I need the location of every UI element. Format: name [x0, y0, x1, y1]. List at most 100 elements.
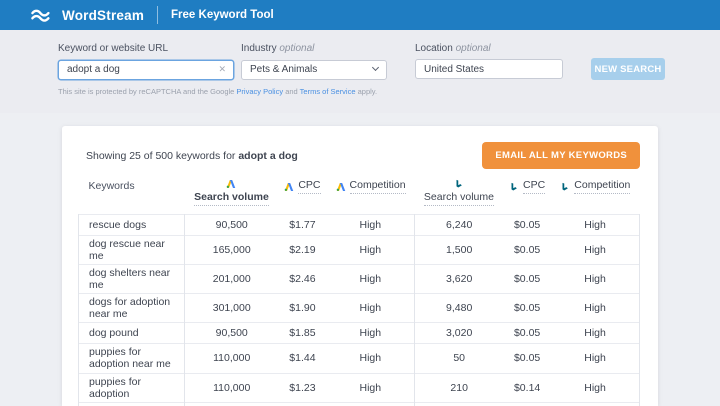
google-cpc-cell: $2.19 — [278, 236, 326, 265]
product-title: Free Keyword Tool — [171, 9, 274, 21]
google-competition-cell: High — [326, 294, 414, 323]
google-ads-icon — [284, 182, 294, 192]
bing-cpc-cell: $0.14 — [503, 373, 551, 402]
keyword-cell: dog pound — [79, 323, 185, 344]
bing-cpc-cell: $0.05 — [503, 344, 551, 373]
google-search-volume-cell: 110,000 — [185, 344, 279, 373]
google-ads-icon — [336, 182, 346, 192]
bing-competition-cell: High — [551, 265, 639, 294]
google-competition-header: Competition — [326, 175, 414, 215]
table-row: puppies for adoption 110,000 $1.23 High … — [79, 373, 640, 402]
industry-label: Industry — [241, 43, 277, 54]
table-row: puppies for adoption near me 110,000 $1.… — [79, 344, 640, 373]
google-cpc-cell: $1.85 — [278, 323, 326, 344]
searched-keyword: adopt a dog — [238, 150, 298, 162]
wordstream-wave-icon — [30, 8, 54, 23]
table-row: rescue dogs 90,500 $1.77 High 6,240 $0.0… — [79, 215, 640, 236]
google-competition-cell: High — [326, 236, 414, 265]
bing-competition-cell: High — [551, 236, 639, 265]
bing-search-volume-cell: 3,620 — [415, 265, 503, 294]
keyword-cell: dog rescue near me — [79, 236, 185, 265]
bing-cpc-cell: $1.36 — [503, 402, 551, 406]
bing-competition-cell: High — [551, 323, 639, 344]
table-row: dog rescue near me 165,000 $2.19 High 1,… — [79, 236, 640, 265]
google-search-volume-cell: 301,000 — [185, 294, 279, 323]
bing-competition-cell: High — [551, 294, 639, 323]
bing-competition-cell: High — [551, 402, 639, 406]
google-cpc-cell: $2.46 — [278, 265, 326, 294]
google-cpc-cell: $1.77 — [278, 215, 326, 236]
keyword-cell: puppies for adoption — [79, 373, 185, 402]
table-row: boxer puppies for sale 40,500 $0.67 High… — [79, 402, 640, 406]
bing-icon — [454, 179, 464, 189]
topbar-divider — [157, 6, 158, 24]
top-app-bar: WordStream Free Keyword Tool — [0, 0, 720, 30]
keyword-cell: dog shelters near me — [79, 265, 185, 294]
bing-icon — [509, 182, 519, 192]
terms-of-service-link[interactable]: Terms of Service — [300, 87, 356, 96]
brand-name[interactable]: WordStream — [62, 8, 144, 23]
google-cpc-cell: $0.67 — [278, 402, 326, 406]
keyword-cell: rescue dogs — [79, 215, 185, 236]
industry-select[interactable]: Pets & Animals — [241, 60, 387, 80]
bing-search-volume-header: Search volume — [415, 175, 503, 215]
table-row: dog pound 90,500 $1.85 High 3,020 $0.05 … — [79, 323, 640, 344]
location-optional-label: optional — [456, 43, 491, 54]
google-ads-icon — [226, 179, 236, 189]
bing-cpc-header: CPC — [503, 175, 551, 215]
bing-search-volume-cell: 6,240 — [415, 215, 503, 236]
results-summary: Showing 25 of 500 keywords for adopt a d… — [86, 150, 298, 162]
google-search-volume-cell: 40,500 — [185, 402, 279, 406]
google-competition-cell: High — [326, 323, 414, 344]
location-label: Location — [415, 43, 453, 54]
keyword-cell: puppies for adoption near me — [79, 344, 185, 373]
clear-input-icon[interactable]: ✕ — [218, 63, 226, 75]
google-competition-cell: High — [326, 344, 414, 373]
google-competition-cell: High — [326, 373, 414, 402]
bing-search-volume-cell: 80 — [415, 402, 503, 406]
bing-competition-cell: High — [551, 344, 639, 373]
bing-competition-cell: High — [551, 373, 639, 402]
bing-search-volume-cell: 3,020 — [415, 323, 503, 344]
google-competition-cell: High — [326, 215, 414, 236]
bing-cpc-cell: $0.05 — [503, 215, 551, 236]
google-search-volume-header: Search volume — [185, 175, 279, 215]
page-content: Showing 25 of 500 keywords for adopt a d… — [0, 113, 720, 406]
search-panel: Keyword or website URL ✕ Industry option… — [0, 30, 720, 113]
google-search-volume-cell: 165,000 — [185, 236, 279, 265]
recaptcha-notice: This site is protected by reCAPTCHA and … — [58, 87, 720, 96]
bing-search-volume-cell: 50 — [415, 344, 503, 373]
google-cpc-cell: $1.23 — [278, 373, 326, 402]
keyword-cell: boxer puppies for sale — [79, 402, 185, 406]
location-input[interactable] — [415, 59, 563, 79]
keyword-cell: dogs for adoption near me — [79, 294, 185, 323]
google-cpc-cell: $1.44 — [278, 344, 326, 373]
bing-cpc-cell: $0.05 — [503, 265, 551, 294]
google-cpc-header: CPC — [278, 175, 326, 215]
bing-search-volume-cell: 1,500 — [415, 236, 503, 265]
new-search-button[interactable]: NEW SEARCH — [591, 58, 665, 80]
google-cpc-cell: $1.90 — [278, 294, 326, 323]
email-keywords-button[interactable]: EMAIL ALL MY KEYWORDS — [482, 142, 640, 169]
bing-competition-cell: High — [551, 215, 639, 236]
bing-cpc-cell: $0.05 — [503, 236, 551, 265]
table-row: dogs for adoption near me 301,000 $1.90 … — [79, 294, 640, 323]
keyword-table-body: rescue dogs 90,500 $1.77 High 6,240 $0.0… — [79, 215, 640, 406]
bing-competition-header: Competition — [551, 175, 639, 215]
google-search-volume-cell: 201,000 — [185, 265, 279, 294]
privacy-policy-link[interactable]: Privacy Policy — [236, 87, 283, 96]
google-competition-cell: High — [326, 265, 414, 294]
google-search-volume-cell: 90,500 — [185, 215, 279, 236]
keywords-column-header: Keywords — [79, 175, 185, 215]
table-header-row: Keywords Search volume — [79, 175, 640, 215]
google-search-volume-cell: 90,500 — [185, 323, 279, 344]
table-row: dog shelters near me 201,000 $2.46 High … — [79, 265, 640, 294]
google-search-volume-cell: 110,000 — [185, 373, 279, 402]
bing-icon — [560, 182, 570, 192]
keyword-input-label: Keyword or website URL — [58, 43, 234, 54]
bing-cpc-cell: $0.05 — [503, 294, 551, 323]
keyword-input[interactable] — [58, 60, 234, 80]
google-competition-cell: High — [326, 402, 414, 406]
results-card: Showing 25 of 500 keywords for adopt a d… — [62, 126, 658, 406]
keyword-results-table: Keywords Search volume — [78, 175, 640, 406]
